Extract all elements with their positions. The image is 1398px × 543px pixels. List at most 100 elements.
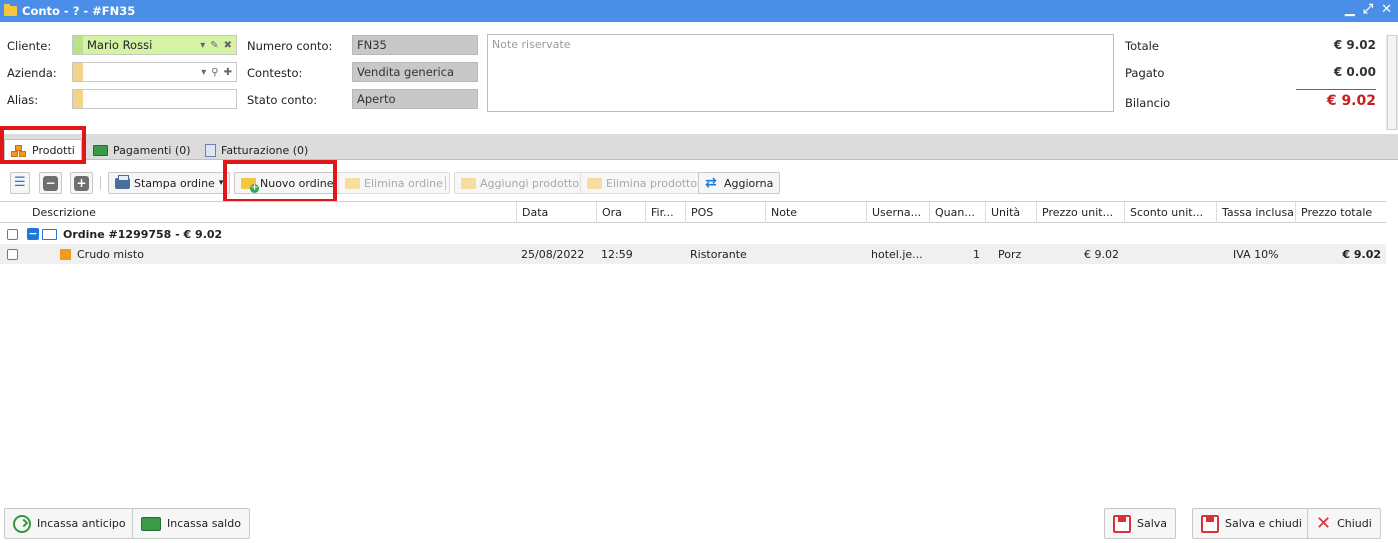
column-username[interactable]: Userna... [866,202,929,223]
aggiorna-label: Aggiorna [724,176,774,190]
open-folder-icon [42,228,57,240]
column-ora[interactable]: Ora [596,202,645,223]
column-prezzo-totale[interactable]: Prezzo totale [1295,202,1386,223]
cell-tassa: IVA 10% [1233,247,1279,261]
clock-icon [13,514,31,533]
list-view-button[interactable]: ☰ [10,172,30,194]
refresh-icon: ⇄ [705,174,717,191]
table-row[interactable]: Crudo misto 25/08/2022 12:59 Ristorante … [0,244,1386,264]
close-icon[interactable]: ✕ [1381,3,1392,17]
cell-prezzo-unit: € 9.02 [1084,247,1119,261]
cell-note [765,244,770,264]
contesto-value: Vendita generica [352,62,478,82]
cell-sconto-unit [1124,244,1129,264]
column-prezzo-unit[interactable]: Prezzo unit... [1036,202,1124,223]
salva-button[interactable]: Salva [1104,508,1177,539]
money-icon [93,144,108,156]
numero-conto-value: FN35 [352,35,478,55]
window-titlebar: Conto - ? - #FN35 ▁ ⤢ ✕ [0,0,1398,22]
printer-icon [115,174,130,189]
cell-firma [645,244,650,264]
alias-label: Alias: [7,93,39,107]
column-note[interactable]: Note [765,202,866,223]
column-sconto-unit[interactable]: Sconto unit... [1124,202,1216,223]
dropdown-icon[interactable]: ▾ [201,67,206,78]
scrollbar-thumb[interactable] [1387,35,1397,130]
pagato-label: Pagato [1125,66,1165,80]
new-folder-icon [241,177,259,193]
toolbar-separator [445,176,446,190]
minus-icon: − [43,175,58,191]
close-icon: ✕ [1316,512,1332,534]
bilancio-label: Bilancio [1125,96,1171,110]
aggiungi-prodotto-button[interactable]: Aggiungi prodotto [454,172,587,194]
pencil-icon[interactable]: ✎ [210,40,218,51]
cell-ora: 12:59 [601,247,633,261]
save-icon [1113,514,1131,533]
clear-icon[interactable]: ✖ [224,40,232,51]
column-data[interactable]: Data [516,202,596,223]
list-icon: ☰ [14,175,26,190]
chiudi-label: Chiudi [1337,517,1372,530]
salva-e-chiudi-label: Salva e chiudi [1225,517,1302,530]
cell-quantita: 1 [973,247,980,261]
elimina-prodotto-button[interactable]: Elimina prodotto [580,172,705,194]
cliente-field[interactable]: Mario Rossi ▾ ✎ ✖ [72,35,237,55]
elimina-ordine-button[interactable]: Elimina ordine [338,172,450,194]
totale-value: € 9.02 [1333,38,1376,52]
salva-label: Salva [1137,517,1168,530]
cliente-value: Mario Rossi [87,38,153,52]
tab-fatturazione[interactable]: Fatturazione (0) [205,140,308,160]
bilancio-value: € 9.02 [1326,93,1376,109]
notes-textarea[interactable]: Note riservate [487,34,1114,112]
row-checkbox[interactable] [7,228,18,240]
numero-conto-label: Numero conto: [247,39,333,53]
expand-all-button[interactable]: + [70,172,93,194]
chiudi-button[interactable]: ✕ Chiudi [1307,508,1381,539]
incassa-saldo-label: Incassa saldo [167,517,241,530]
dropdown-icon[interactable]: ▾ [200,40,205,51]
group-row[interactable]: − Ordine #1299758 - € 9.02 [0,224,1386,244]
azienda-field[interactable]: ▾ ⚲ ✚ [72,62,237,82]
incassa-saldo-button[interactable]: Incassa saldo [132,508,250,539]
aggiorna-button[interactable]: ⇄ Aggiorna [698,172,781,194]
column-unita[interactable]: Unità [985,202,1036,223]
add-icon[interactable]: ✚ [224,67,232,78]
column-tassa-inclusa[interactable]: Tassa inclusa [1216,202,1295,223]
column-quantita[interactable]: Quan... [929,202,985,223]
alias-field[interactable] [72,89,237,109]
maximize-icon[interactable]: ⤢ [1363,3,1373,17]
tab-prodotti[interactable]: Prodotti [4,139,82,161]
cell-pos: Ristorante [690,247,747,261]
stampa-ordine-button[interactable]: Stampa ordine ▾ [108,172,231,194]
aggiungi-prodotto-label: Aggiungi prodotto [480,176,580,190]
salva-e-chiudi-button[interactable]: Salva e chiudi [1192,508,1311,539]
tab-label: Fatturazione (0) [221,143,309,157]
stato-conto-label: Stato conto: [247,93,318,107]
collapse-all-button[interactable]: − [39,172,62,194]
required-stripe [73,36,83,54]
header-scrollbar[interactable] [1386,35,1398,130]
column-descrizione[interactable]: Descrizione [27,202,516,223]
totals-divider [1296,89,1376,90]
column-pos[interactable]: POS [685,202,765,223]
nuovo-ordine-button[interactable]: Nuovo ordine [234,172,341,194]
column-firma[interactable]: Fir... [645,202,685,223]
contesto-label: Contesto: [247,66,303,80]
stato-conto-value: Aperto [352,89,478,109]
incassa-anticipo-button[interactable]: Incassa anticipo [4,508,135,539]
tab-pagamenti[interactable]: Pagamenti (0) [93,140,191,160]
collapse-icon[interactable]: − [27,228,39,240]
cell-data: 25/08/2022 [521,247,585,261]
delete-folder-icon [345,177,360,189]
invoice-icon [205,143,216,157]
pagato-value: € 0.00 [1333,65,1376,79]
minimize-icon[interactable]: ▁ [1345,3,1355,17]
elimina-prodotto-label: Elimina prodotto [606,176,698,190]
search-icon[interactable]: ⚲ [211,67,218,78]
row-checkbox[interactable] [7,248,18,260]
boxes-icon [11,144,27,158]
totale-label: Totale [1125,39,1159,53]
required-stripe [73,63,83,81]
product-name: Crudo misto [77,247,144,261]
